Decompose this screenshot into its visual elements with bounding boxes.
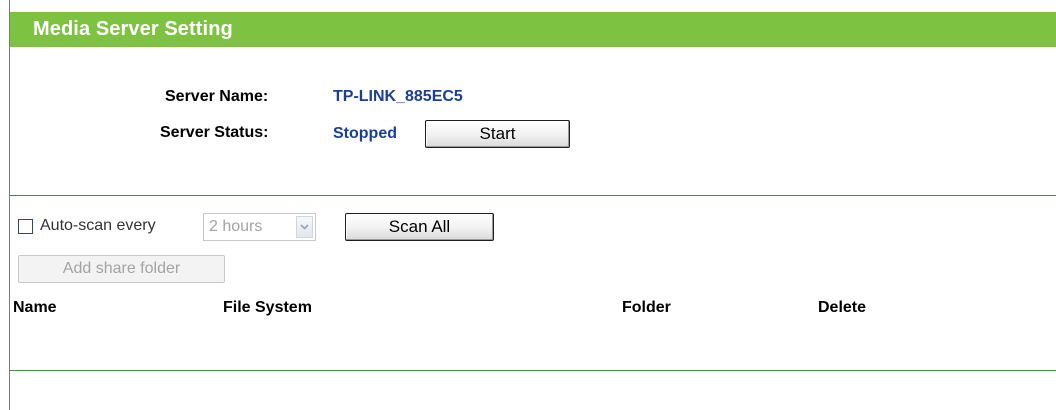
- auto-scan-checkbox[interactable]: [18, 219, 33, 234]
- select-arrow-button[interactable]: [296, 216, 313, 238]
- auto-scan-interval-value: 2 hours: [209, 218, 263, 235]
- separator-top: [10, 195, 1056, 196]
- start-button[interactable]: Start: [425, 120, 570, 148]
- server-status-value: Stopped: [333, 125, 397, 142]
- column-header-name: Name: [13, 299, 57, 316]
- server-status-label: Server Status:: [160, 124, 269, 141]
- server-name-label: Server Name:: [165, 88, 269, 105]
- page-title: Media Server Setting: [33, 18, 233, 40]
- column-header-delete: Delete: [818, 299, 867, 316]
- add-share-folder-button[interactable]: Add share folder: [18, 255, 225, 283]
- server-name-value: TP-LINK_885EC5: [333, 88, 463, 105]
- separator-bottom: [10, 370, 1056, 371]
- auto-scan-interval-select[interactable]: 2 hours: [203, 213, 316, 241]
- chevron-down-icon: [300, 224, 309, 230]
- scan-all-button[interactable]: Scan All: [345, 213, 494, 241]
- column-header-folder: Folder: [622, 299, 671, 316]
- auto-scan-label: Auto-scan every: [40, 217, 156, 234]
- left-border: [9, 0, 10, 410]
- section-header: Media Server Setting: [10, 12, 1056, 47]
- column-header-file-system: File System: [223, 299, 312, 316]
